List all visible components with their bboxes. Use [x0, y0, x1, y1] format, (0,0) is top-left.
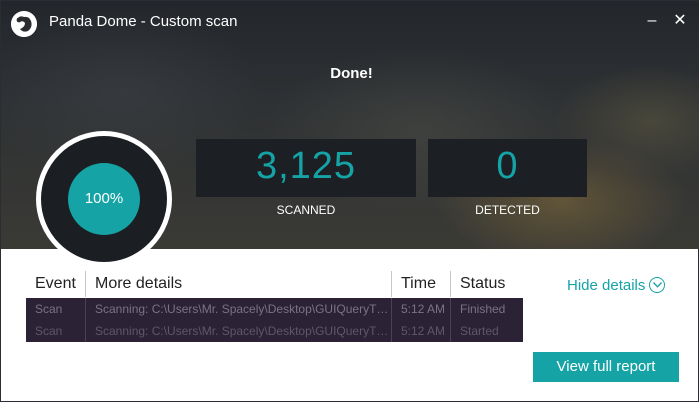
hide-details-link[interactable]: Hide details: [567, 277, 666, 294]
status-cell: Started: [450, 320, 523, 342]
table-row[interactable]: Scan Scanning: C:\Users\Mr. Spacely\Desk…: [26, 320, 523, 342]
event-cell: Scan: [35, 324, 63, 338]
window-title: Panda Dome - Custom scan: [49, 13, 238, 30]
detected-counter: 0: [428, 139, 587, 197]
time-cell: 5:12 AM: [391, 320, 450, 342]
detected-label: DETECTED: [475, 203, 540, 217]
hide-details-label: Hide details: [567, 277, 646, 294]
panda-logo-icon: [11, 11, 37, 37]
minimize-icon[interactable]: –: [644, 13, 660, 29]
table-body: Scan Scanning: C:\Users\Mr. Spacely\Desk…: [26, 298, 523, 342]
view-full-report-button[interactable]: View full report: [533, 352, 679, 382]
table-row[interactable]: Scan Scanning: C:\Users\Mr. Spacely\Desk…: [26, 298, 523, 320]
scanned-label: SCANNED: [276, 203, 336, 217]
time-cell: 5:12 AM: [391, 298, 450, 320]
chevron-down-icon: [649, 277, 666, 293]
scan-status-text: Done!: [330, 65, 373, 82]
progress-percent: 100%: [68, 163, 140, 235]
detected-value: 0: [496, 145, 519, 187]
details-cell: Scanning: C:\Users\Mr. Spacely\Desktop\G…: [85, 298, 391, 320]
close-icon[interactable]: ✕: [672, 13, 688, 29]
event-cell: Scan: [35, 302, 63, 316]
panda-dome-window: Panda Dome - Custom scan – ✕ Done! 3,125…: [0, 0, 699, 402]
column-header-status[interactable]: Status: [450, 271, 523, 297]
details-cell: Scanning: C:\Users\Mr. Spacely\Desktop\G…: [85, 320, 391, 342]
title-bar: Panda Dome - Custom scan – ✕: [1, 1, 699, 43]
column-header-time[interactable]: Time: [391, 271, 450, 297]
progress-ring: 100%: [36, 131, 172, 267]
status-cell: Finished: [450, 298, 523, 320]
scanned-value: 3,125: [255, 145, 357, 187]
column-header-event[interactable]: Event: [26, 271, 84, 297]
column-header-details[interactable]: More details: [85, 271, 391, 297]
scanned-counter: 3,125: [196, 139, 416, 197]
